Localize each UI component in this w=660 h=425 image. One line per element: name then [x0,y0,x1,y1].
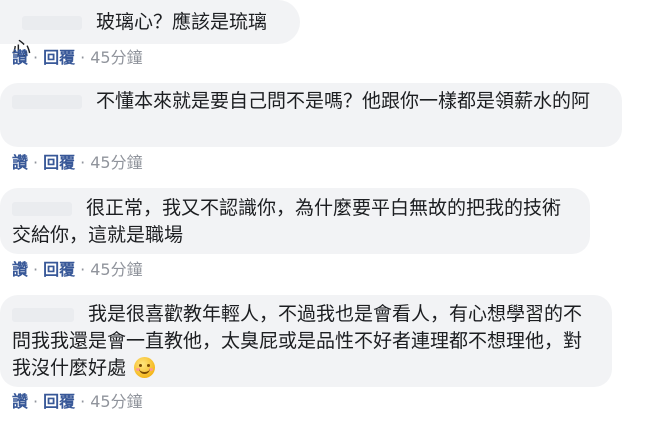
like-button[interactable]: 讚 [12,153,28,172]
separator: · [80,153,86,172]
separator: · [80,392,86,411]
commenter-name-redacted [12,201,72,216]
like-button[interactable]: 讚 [12,260,28,279]
separator: · [33,392,39,411]
separator: · [33,153,39,172]
timestamp[interactable]: 45分鐘 [90,392,142,411]
comment-actions: 讚 · 回覆 · 45分鐘 [12,48,143,68]
timestamp[interactable]: 45分鐘 [90,48,142,67]
commenter-name-redacted [12,307,74,322]
separator: · [33,48,39,67]
commenter-name-redacted [22,15,82,30]
like-button[interactable]: 讚 [12,392,28,411]
comment-actions: 讚 · 回覆 · 45分鐘 [12,260,143,280]
timestamp[interactable]: 45分鐘 [90,260,142,279]
comment-text: 我是很喜歡教年輕人，不過我也是會看人，有心想學習的不問我我還是會一直教他，太臭屁… [12,303,583,379]
comment-actions: 讚 · 回覆 · 45分鐘 [12,153,143,173]
like-button[interactable]: 讚 [12,48,28,67]
comment-bubble: 不懂本來就是要自己問不是嗎？他跟你一樣都是領薪水的阿 [0,83,622,147]
separator: · [80,48,86,67]
commenter-name-redacted [12,94,82,109]
reply-button[interactable]: 回覆 [43,153,75,172]
comment-bubble: 很正常，我又不認識你，為什麼要平白無故的把我的技術交給你，這就是職場 [0,188,590,254]
reply-button[interactable]: 回覆 [43,260,75,279]
comment-bubble: 我是很喜歡教年輕人，不過我也是會看人，有心想學習的不問我我還是會一直教他，太臭屁… [0,295,612,387]
separator: · [80,260,86,279]
comment-text: 很正常，我又不認識你，為什麼要平白無故的把我的技術交給你，這就是職場 [12,197,562,246]
timestamp[interactable]: 45分鐘 [90,153,142,172]
comment-text: 不懂本來就是要自己問不是嗎？他跟你一樣都是領薪水的阿 [96,90,591,112]
smiling-face-emoji [134,357,156,378]
comment-bubble: 玻璃心？應該是琉璃心 [0,0,300,60]
reply-button[interactable]: 回覆 [43,392,75,411]
separator: · [33,260,39,279]
comment-actions: 讚 · 回覆 · 45分鐘 [12,392,143,412]
reply-button[interactable]: 回覆 [43,48,75,67]
